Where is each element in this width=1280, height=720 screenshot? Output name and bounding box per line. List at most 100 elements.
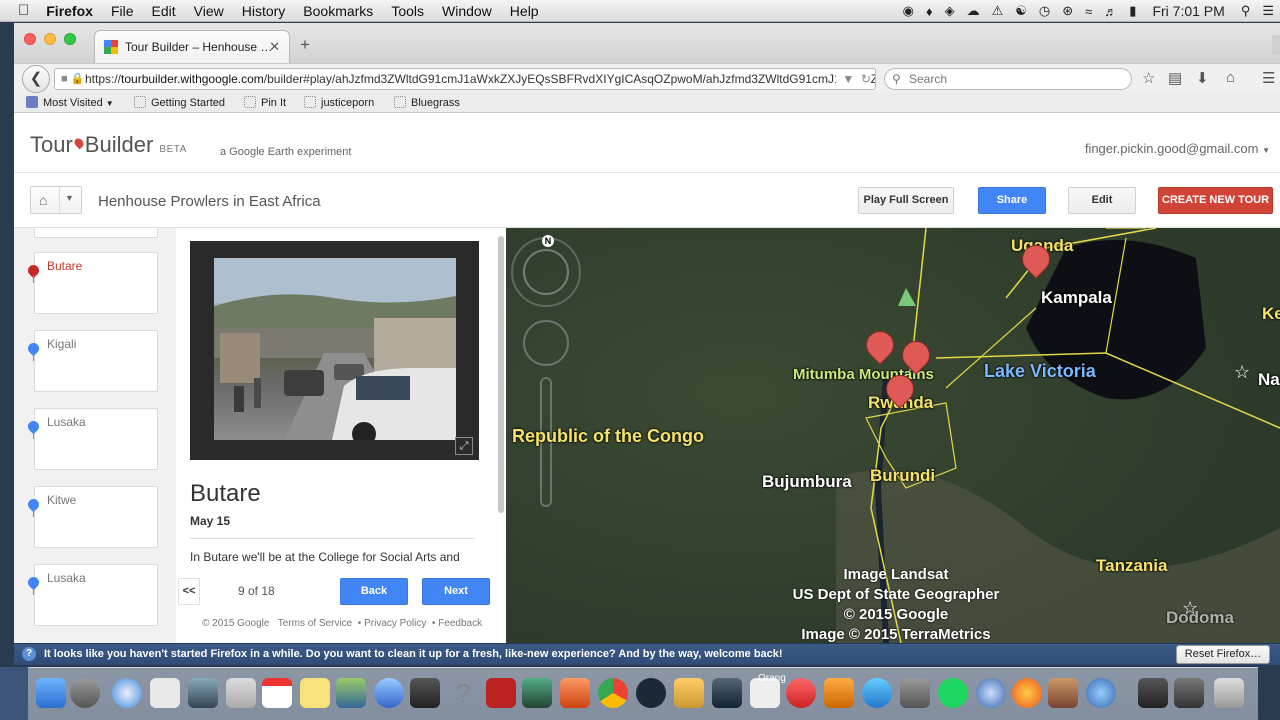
home-icon[interactable]: ⌂ <box>1226 69 1235 86</box>
downloads-icon[interactable]: ⬇ <box>1196 69 1209 87</box>
pages-icon[interactable] <box>560 678 590 708</box>
terms-link[interactable]: Terms of Service <box>278 618 352 629</box>
list-item[interactable] <box>34 228 158 238</box>
numbers-icon[interactable] <box>674 678 704 708</box>
itunes-icon[interactable] <box>786 678 816 708</box>
menu-tools[interactable]: Tools <box>382 0 433 22</box>
tour-builder-logo[interactable]: Tour Builder BETA <box>30 132 187 158</box>
unknown-app-icon[interactable]: ? <box>448 678 478 708</box>
accessibility-icon[interactable]: ☯ <box>1009 3 1033 19</box>
volume-icon[interactable]: ♬ <box>1098 4 1123 19</box>
notes-icon[interactable] <box>300 678 330 708</box>
apple-menu-icon[interactable]:  <box>0 0 37 22</box>
back-button[interactable]: ❮ <box>22 65 50 93</box>
new-tab-button[interactable]: + <box>300 35 310 55</box>
menu-view[interactable]: View <box>185 0 233 22</box>
calendar-icon[interactable] <box>262 678 292 708</box>
bookmark-justiceporn[interactable]: justiceporn <box>304 96 374 109</box>
back-stop-button[interactable]: Back <box>340 578 408 605</box>
play-full-screen-button[interactable]: Play Full Screen <box>858 187 954 214</box>
bookmarks-menu-icon[interactable]: ▤ <box>1168 69 1182 87</box>
edit-button[interactable]: Edit <box>1068 187 1136 214</box>
mail-icon[interactable] <box>226 678 256 708</box>
account-menu[interactable]: finger.pickin.good@gmail.com ▼ <box>1085 141 1270 156</box>
notification-bell-icon[interactable]: ♦ <box>920 4 939 19</box>
shield-status-icon[interactable]: ◈ <box>939 3 961 19</box>
menu-history[interactable]: History <box>233 0 295 22</box>
alert-status-icon[interactable]: ⚠ <box>986 3 1010 19</box>
facetime-icon[interactable] <box>410 678 440 708</box>
search-bar[interactable]: ⚲ Search <box>884 68 1132 90</box>
minimize-window-button[interactable] <box>44 33 56 45</box>
messages-icon[interactable] <box>374 678 404 708</box>
menu-help[interactable]: Help <box>501 0 548 22</box>
expand-photo-icon[interactable]: ⤢ <box>455 437 473 455</box>
bookmark-pin-it[interactable]: Pin It <box>244 96 286 109</box>
image-capture-icon[interactable] <box>522 678 552 708</box>
chrome-icon[interactable] <box>598 678 628 708</box>
cloud-status-icon[interactable]: ☁ <box>961 3 986 19</box>
url-bar[interactable]: ■ 🔒 https://tourbuilder.withgoogle.com/b… <box>54 68 876 90</box>
record-status-icon[interactable]: ◉ <box>897 3 920 19</box>
reset-firefox-button[interactable]: Reset Firefox… <box>1176 645 1270 664</box>
menu-window[interactable]: Window <box>433 0 501 22</box>
time-machine-icon[interactable]: ◷ <box>1033 3 1056 19</box>
spotify-icon[interactable] <box>938 678 968 708</box>
earth-map[interactable]: N Uganda Kampala Mitumba Mountains Lake … <box>506 228 1280 643</box>
system-preferences-icon[interactable] <box>900 678 930 708</box>
apps-grid-icon[interactable] <box>150 678 180 708</box>
first-stop-button[interactable]: << <box>178 578 200 605</box>
hamburger-menu-icon[interactable]: ☰ <box>1262 69 1275 87</box>
launchpad-icon[interactable] <box>70 678 100 708</box>
safari-icon[interactable] <box>112 678 142 708</box>
documents-stack-icon[interactable] <box>1174 678 1204 708</box>
list-item[interactable]: Kitwe <box>25 486 158 548</box>
reload-icon[interactable]: ▼ ↻ <box>836 69 871 89</box>
app-store-icon[interactable] <box>862 678 892 708</box>
list-item[interactable]: Kigali <box>25 330 158 392</box>
close-tab-icon[interactable]: ✕ <box>269 39 280 55</box>
steam-icon[interactable] <box>636 678 666 708</box>
guitar-app-icon[interactable] <box>1048 678 1078 708</box>
downloads-stack-icon[interactable] <box>1138 678 1168 708</box>
menu-edit[interactable]: Edit <box>143 0 185 22</box>
create-new-tour-button[interactable]: CREATE NEW TOUR <box>1158 187 1273 214</box>
bluetooth-icon[interactable]: ⊛ <box>1056 3 1079 19</box>
menu-file[interactable]: File <box>102 0 143 22</box>
trash-icon[interactable] <box>1214 678 1244 708</box>
firefox-dock-icon[interactable] <box>1012 678 1042 708</box>
feedback-link[interactable]: Feedback <box>438 618 482 629</box>
bookmark-bluegrass[interactable]: Bluegrass <box>394 96 460 109</box>
detail-scrollbar[interactable] <box>498 236 504 513</box>
privacy-link[interactable]: Privacy Policy <box>364 618 426 629</box>
bookmark-most-visited[interactable]: Most Visited ▼ <box>26 96 114 109</box>
menubar-clock[interactable]: Fri 7:01 PM <box>1142 3 1234 19</box>
home-dropdown-button[interactable]: ⌂ ▼ <box>30 186 82 214</box>
photo-booth-icon[interactable] <box>486 678 516 708</box>
tab-tour-builder[interactable]: Tour Builder – Henhouse … ✕ <box>94 30 290 63</box>
list-item[interactable]: Lusaka <box>25 564 158 626</box>
bookmark-star-icon[interactable]: ☆ <box>1142 69 1155 87</box>
photos-icon[interactable] <box>336 678 366 708</box>
battery-icon[interactable]: ▮ <box>1123 3 1142 19</box>
next-stop-button[interactable]: Next <box>422 578 490 605</box>
close-window-button[interactable] <box>24 33 36 45</box>
ibooks-icon[interactable] <box>824 678 854 708</box>
preview-icon[interactable] <box>188 678 218 708</box>
notification-center-icon[interactable]: ☰ <box>1256 3 1280 19</box>
wifi-icon[interactable]: ≈ <box>1079 4 1098 19</box>
compass-north-icon[interactable]: N <box>542 235 554 247</box>
spotlight-search-icon[interactable]: ⚲ <box>1235 3 1257 19</box>
zoom-ring[interactable] <box>524 321 570 367</box>
google-earth-icon[interactable] <box>976 678 1006 708</box>
bookmark-getting-started[interactable]: Getting Started <box>134 96 225 109</box>
menu-app-firefox[interactable]: Firefox <box>37 0 102 22</box>
terminal-icon[interactable] <box>712 678 742 708</box>
zoom-window-button[interactable] <box>64 33 76 45</box>
list-item[interactable]: Butare <box>25 252 158 314</box>
menu-bookmarks[interactable]: Bookmarks <box>294 0 382 22</box>
navigation-ring[interactable] <box>524 250 570 296</box>
quicktime-icon[interactable] <box>1086 678 1116 708</box>
finder-icon[interactable] <box>36 678 66 708</box>
list-item[interactable]: Lusaka <box>25 408 158 470</box>
